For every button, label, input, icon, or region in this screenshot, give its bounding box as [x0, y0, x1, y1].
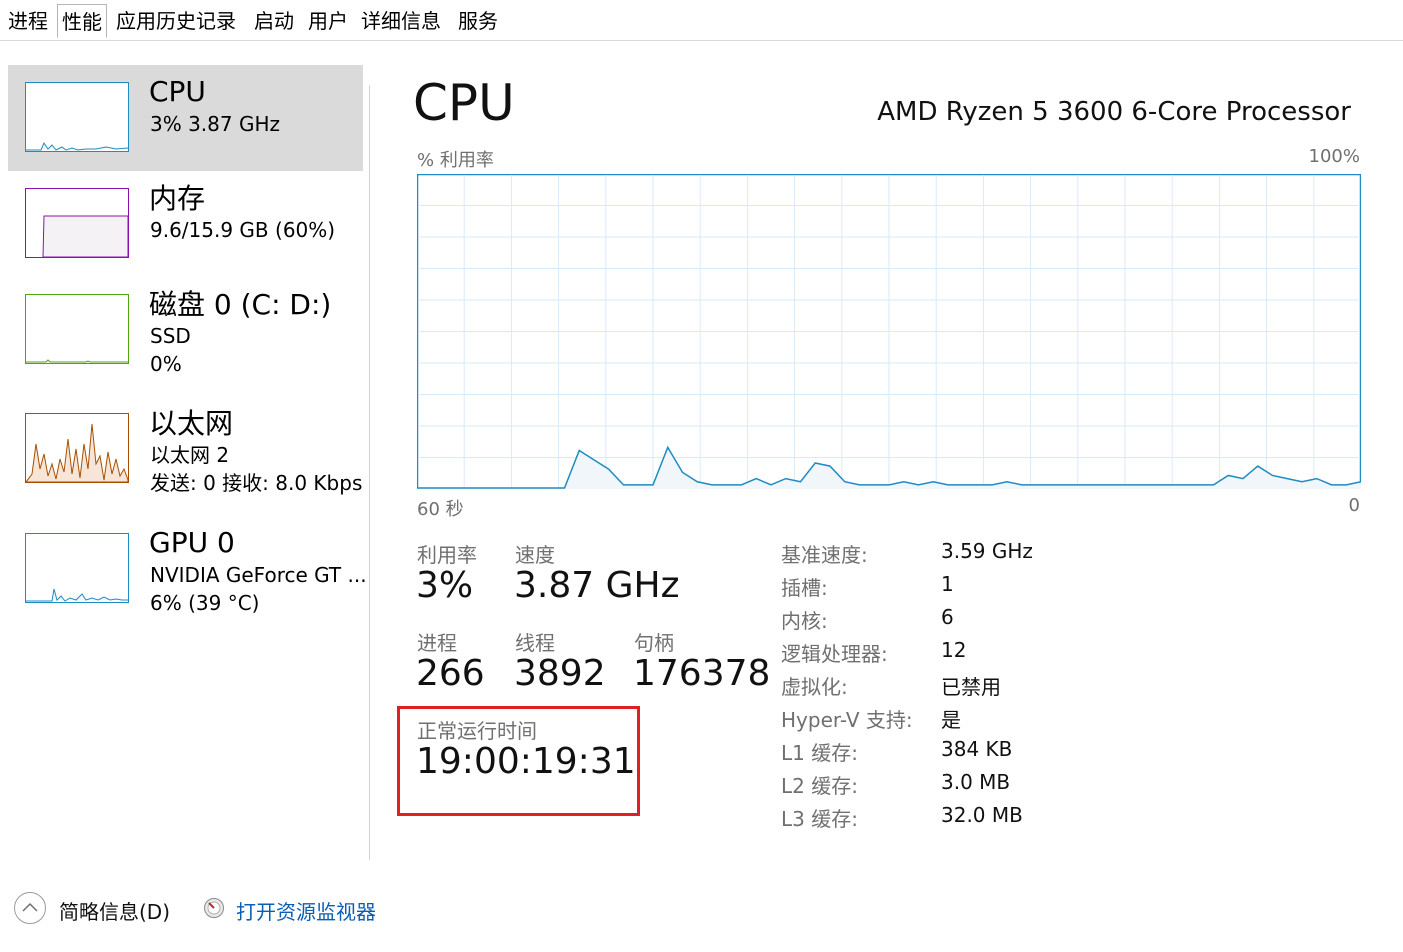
page-title: CPU — [413, 74, 515, 132]
detail-key-cores: 内核: — [781, 609, 828, 633]
sidebar-item-memory[interactable]: 内存 9.6/15.9 GB (60%) — [8, 171, 363, 277]
sidebar-gpu-usage: 6% (39 °C) — [150, 591, 260, 615]
memory-thumbnail — [25, 188, 129, 258]
detail-value-l2-cache: 3.0 MB — [941, 770, 1011, 794]
gpu-thumbnail-line — [26, 588, 128, 602]
gpu-thumbnail — [25, 533, 129, 603]
sidebar-memory-stats: 9.6/15.9 GB (60%) — [150, 218, 336, 242]
detail-value-hyperv: 是 — [941, 708, 961, 732]
sidebar-disk-usage: 0% — [150, 352, 182, 376]
cpu-utilization-graph — [417, 174, 1361, 489]
sidebar-item-ethernet[interactable]: 以太网 以太网 2 发送: 0 接收: 8.0 Kbps — [8, 396, 363, 502]
handles-value: 176378 — [633, 653, 771, 694]
detail-value-virtualization: 已禁用 — [941, 675, 1001, 699]
detail-key-sockets: 插槽: — [781, 576, 828, 600]
sidebar-gpu-model: NVIDIA GeForce GT ... — [150, 563, 367, 587]
sidebar-memory-title: 内存 — [149, 182, 206, 215]
resource-monitor-icon — [203, 897, 225, 919]
threads-label: 线程 — [515, 631, 555, 655]
tab-startup[interactable]: 启动 — [250, 4, 298, 38]
tab-bar: 进程 性能 应用历史记录 启动 用户 详细信息 服务 — [0, 0, 1403, 41]
collapse-chevron-icon[interactable] — [14, 892, 46, 924]
sidebar-ethernet-adapter: 以太网 2 — [150, 443, 230, 467]
cpu-thumbnail-line — [26, 141, 128, 151]
speed-label: 速度 — [515, 543, 555, 567]
detail-value-cores: 6 — [941, 605, 954, 629]
sidebar-item-gpu[interactable]: GPU 0 NVIDIA GeForce GT ... 6% (39 °C) — [8, 516, 367, 622]
detail-key-l1-cache: L1 缓存: — [781, 741, 858, 765]
detail-key-base-speed: 基准速度: — [781, 543, 868, 567]
uptime-label: 正常运行时间 — [417, 719, 537, 743]
detail-key-hyperv: Hyper-V 支持: — [781, 708, 913, 732]
speed-value: 3.87 GHz — [514, 565, 680, 606]
graph-x-right-label: 0 — [1348, 495, 1360, 516]
utilization-label: 利用率 — [417, 543, 477, 567]
sidebar-cpu-title: CPU — [149, 75, 206, 108]
tab-users[interactable]: 用户 — [304, 4, 352, 38]
utilization-value: 3% — [416, 565, 474, 606]
sidebar-item-cpu[interactable]: CPU 3% 3.87 GHz — [8, 65, 363, 171]
sidebar-ethernet-throughput: 发送: 0 接收: 8.0 Kbps — [150, 471, 363, 495]
processes-label: 进程 — [417, 631, 457, 655]
sidebar-cpu-stats: 3% 3.87 GHz — [150, 112, 281, 136]
detail-key-logical-processors: 逻辑处理器: — [781, 642, 888, 666]
tab-app-history[interactable]: 应用历史记录 — [112, 4, 240, 38]
disk-thumbnail-line — [26, 359, 128, 363]
processes-value: 266 — [416, 653, 485, 694]
tab-performance[interactable]: 性能 — [57, 4, 107, 38]
detail-key-l3-cache: L3 缓存: — [781, 807, 858, 831]
memory-thumbnail-fill — [42, 215, 128, 257]
cpu-graph-svg — [417, 174, 1361, 489]
threads-value: 3892 — [514, 653, 606, 694]
graph-x-left-label: 60 秒 — [417, 499, 464, 520]
sidebar-divider — [369, 85, 370, 860]
tab-services[interactable]: 服务 — [454, 4, 502, 38]
tab-details[interactable]: 详细信息 — [357, 4, 445, 38]
sidebar-disk-type: SSD — [150, 324, 191, 348]
open-resource-monitor-link[interactable]: 打开资源监视器 — [236, 896, 376, 925]
sidebar-disk-title: 磁盘 0 (C: D:) — [149, 288, 332, 321]
tab-processes[interactable]: 进程 — [4, 4, 52, 38]
sidebar-ethernet-title: 以太网 — [149, 407, 234, 440]
detail-value-l1-cache: 384 KB — [941, 737, 1013, 761]
detail-key-l2-cache: L2 缓存: — [781, 774, 858, 798]
sidebar-gpu-title: GPU 0 — [149, 526, 235, 559]
ethernet-thumbnail-fill — [26, 423, 128, 482]
detail-value-logical-processors: 12 — [941, 638, 967, 662]
cpu-model-name: AMD Ryzen 5 3600 6-Core Processor — [877, 97, 1351, 127]
cpu-thumbnail — [25, 82, 129, 152]
uptime-value: 19:00:19:31 — [416, 741, 636, 782]
detail-value-sockets: 1 — [941, 572, 954, 596]
detail-key-virtualization: 虚拟化: — [781, 675, 848, 699]
graph-y-label: % 利用率 — [417, 150, 494, 171]
disk-thumbnail — [25, 294, 129, 364]
detail-value-l3-cache: 32.0 MB — [941, 803, 1023, 827]
sidebar-item-disk[interactable]: 磁盘 0 (C: D:) SSD 0% — [8, 277, 363, 383]
detail-value-base-speed: 3.59 GHz — [941, 539, 1033, 563]
fewer-details-button[interactable]: 简略信息(D) — [59, 896, 170, 925]
ethernet-thumbnail — [25, 413, 129, 483]
handles-label: 句柄 — [634, 631, 674, 655]
graph-y-max-label: 100% — [1308, 146, 1360, 167]
